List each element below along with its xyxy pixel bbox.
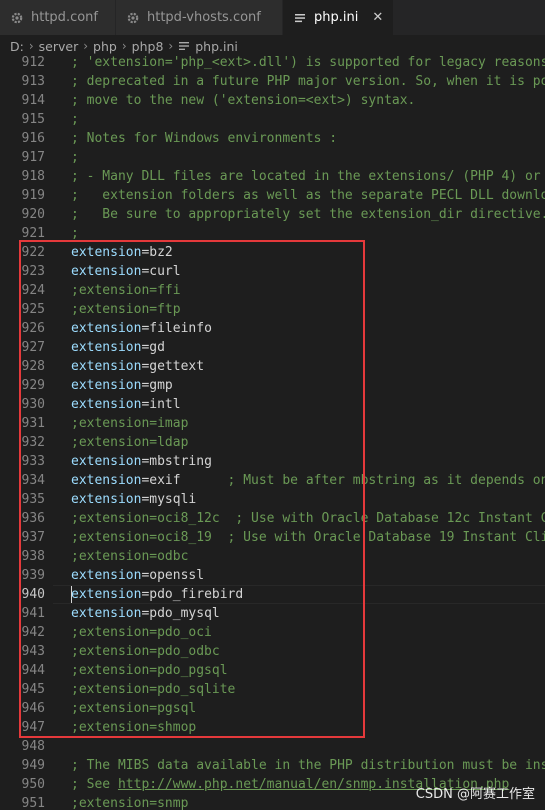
tab-label: httpd-vhosts.conf <box>147 10 261 25</box>
tab-httpd-conf[interactable]: httpd.conf <box>0 0 116 35</box>
tab-php-ini[interactable]: php.ini ✕ <box>283 0 394 35</box>
chevron-right-icon: › <box>28 39 34 53</box>
line-content: ; The MIBS data available in the PHP dis… <box>71 758 545 773</box>
breadcrumb-item-drive[interactable]: D: <box>10 39 24 54</box>
tab-httpd-vhosts-conf[interactable]: httpd-vhosts.conf <box>116 0 283 35</box>
code-line[interactable]: 917; <box>0 148 545 167</box>
highlight-box <box>19 240 365 738</box>
line-content: ;extension=snmp <box>71 796 189 810</box>
breadcrumb-item-php8[interactable]: php8 <box>132 39 164 54</box>
menu-lines-icon <box>178 40 190 52</box>
gear-icon <box>10 11 24 25</box>
code-line[interactable]: 915; <box>0 110 545 129</box>
chevron-right-icon: › <box>121 39 127 53</box>
code-line[interactable]: 913 ; deprecated in a future PHP major ve… <box>0 72 545 91</box>
line-content: ; deprecated in a future PHP major versi… <box>71 74 545 89</box>
line-number: 912 <box>21 55 45 70</box>
line-number: 948 <box>21 739 45 754</box>
breadcrumb-item-server[interactable]: server <box>39 39 79 54</box>
line-number: 916 <box>21 131 45 146</box>
code-line[interactable]: 948 <box>0 737 545 756</box>
breadcrumb-item-php[interactable]: php <box>93 39 117 54</box>
line-content: ; extension folders as well as the separ… <box>71 188 545 203</box>
tab-label: php.ini <box>314 10 359 25</box>
line-content: ; - Many DLL files are located in the ex… <box>71 169 545 184</box>
code-line[interactable]: 919 ; extension folders as well as the se… <box>0 186 545 205</box>
line-number: 914 <box>21 93 45 108</box>
gear-icon <box>126 11 140 25</box>
line-number: 951 <box>21 796 45 810</box>
line-number: 915 <box>21 112 45 127</box>
line-content: ; Notes for Windows environments : <box>71 131 338 146</box>
menu-lines-icon <box>293 11 307 25</box>
line-content: ; <box>71 150 79 165</box>
line-content: ; move to the new ('extension=<ext>) syn… <box>71 93 416 108</box>
code-line[interactable]: 920 ; Be sure to appropriately set the ex… <box>0 205 545 224</box>
line-number: 918 <box>21 169 45 184</box>
breadcrumb-item-file[interactable]: php.ini <box>195 39 238 54</box>
close-icon[interactable]: ✕ <box>372 10 383 25</box>
code-line[interactable]: 912 ; 'extension='php_<ext>.dll') is supp… <box>0 53 545 72</box>
code-line[interactable]: 916 ; Notes for Windows environments : <box>0 129 545 148</box>
code-line[interactable]: 949 ; The MIBS data available in the PHP … <box>0 756 545 775</box>
line-content: ; <box>71 112 79 127</box>
comment-text: ; See <box>71 777 118 792</box>
line-number: 949 <box>21 758 45 773</box>
code-line[interactable]: 914 ; move to the new ('extension=<ext>) … <box>0 91 545 110</box>
line-content: ; Be sure to appropriately set the exten… <box>71 207 545 222</box>
editor-tab-bar: httpd.conf httpd-vhosts.conf php.ini ✕ <box>0 0 545 35</box>
line-number: 920 <box>21 207 45 222</box>
watermark: CSDN @阿赛工作室 <box>415 787 535 802</box>
tab-label: httpd.conf <box>31 10 98 25</box>
line-number: 917 <box>21 150 45 165</box>
code-line[interactable]: 918 ; - Many DLL files are located in the… <box>0 167 545 186</box>
chevron-right-icon: › <box>168 39 174 53</box>
line-content: ; 'extension='php_<ext>.dll') is support… <box>71 55 545 70</box>
line-number: 913 <box>21 74 45 89</box>
chevron-right-icon: › <box>83 39 89 53</box>
line-number: 950 <box>21 777 45 792</box>
line-number: 919 <box>21 188 45 203</box>
